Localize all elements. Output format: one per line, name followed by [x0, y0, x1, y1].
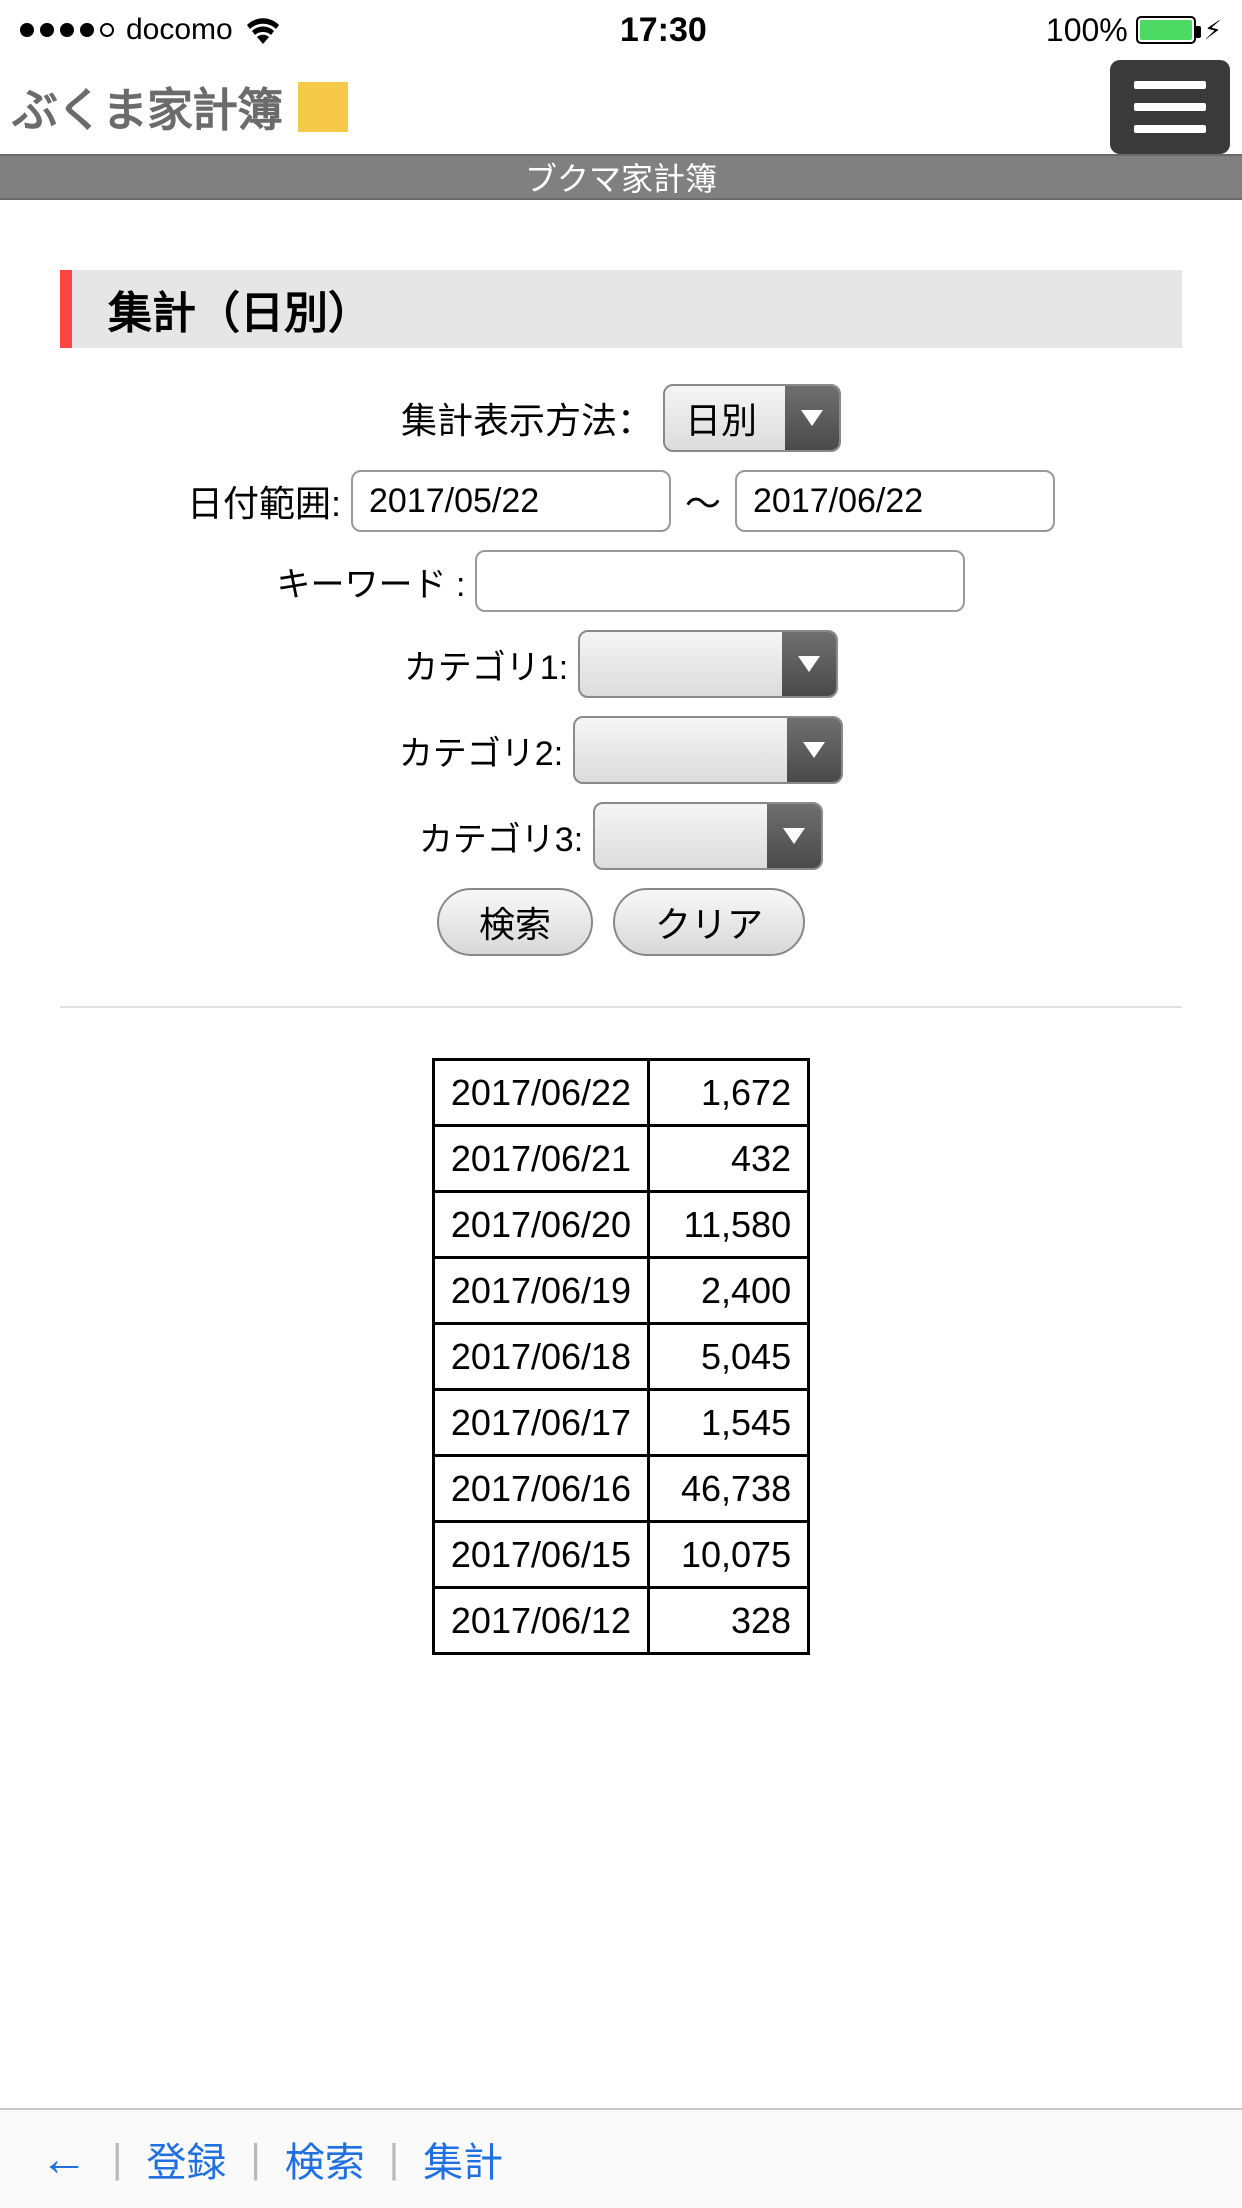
battery-percent: 100%: [1046, 12, 1128, 49]
chevron-down-icon: [787, 718, 841, 782]
keyword-row: キーワード :: [60, 550, 1182, 612]
status-bar: docomo 17:30 100% ⚡︎: [0, 0, 1242, 60]
date-cell: 2017/06/19: [433, 1258, 648, 1324]
date-cell: 2017/06/20: [433, 1192, 648, 1258]
table-row[interactable]: 2017/06/192,400: [433, 1258, 808, 1324]
value-cell: 1,672: [649, 1060, 809, 1126]
display-method-select[interactable]: 日別: [663, 384, 841, 452]
nav-summary[interactable]: 集計: [423, 2130, 503, 2188]
search-button[interactable]: 検索: [437, 888, 593, 956]
page-subtitle-bar: ブクマ家計簿: [0, 154, 1242, 200]
category2-row: カテゴリ2:: [60, 716, 1182, 784]
value-cell: 328: [649, 1588, 809, 1654]
menu-button[interactable]: [1110, 60, 1230, 154]
keyword-input[interactable]: [475, 550, 965, 612]
date-range-row: 日付範囲: 〜: [60, 470, 1182, 532]
table-row[interactable]: 2017/06/2011,580: [433, 1192, 808, 1258]
content: 集計（日別） 集計表示方法： 日別 日付範囲: 〜 キーワード : カテゴリ1:…: [0, 200, 1242, 1655]
value-cell: 432: [649, 1126, 809, 1192]
keyword-label: キーワード :: [277, 557, 466, 606]
value-cell: 10,075: [649, 1522, 809, 1588]
chevron-down-icon: [785, 386, 839, 450]
battery-icon: [1136, 16, 1196, 44]
table-row[interactable]: 2017/06/185,045: [433, 1324, 808, 1390]
category1-select[interactable]: [578, 630, 838, 698]
summary-table: 2017/06/221,6722017/06/214322017/06/2011…: [432, 1058, 810, 1655]
page-subtitle: ブクマ家計簿: [525, 154, 717, 200]
status-left: docomo: [20, 13, 281, 47]
charging-icon: ⚡︎: [1204, 15, 1222, 46]
signal-strength-icon: [20, 23, 114, 37]
value-cell: 2,400: [649, 1258, 809, 1324]
date-cell: 2017/06/15: [433, 1522, 648, 1588]
date-range-label: 日付範囲:: [187, 475, 341, 527]
button-row: 検索 クリア: [60, 888, 1182, 956]
table-row[interactable]: 2017/06/1646,738: [433, 1456, 808, 1522]
date-cell: 2017/06/21: [433, 1126, 648, 1192]
divider: [60, 1006, 1182, 1008]
chevron-down-icon: [782, 632, 836, 696]
bottom-nav: ← | 登録 | 検索 | 集計: [0, 2108, 1242, 2208]
clear-button[interactable]: クリア: [613, 888, 805, 956]
category1-row: カテゴリ1:: [60, 630, 1182, 698]
date-to-input[interactable]: [735, 470, 1055, 532]
date-cell: 2017/06/12: [433, 1588, 648, 1654]
nav-separator: |: [112, 2137, 122, 2182]
date-cell: 2017/06/17: [433, 1390, 648, 1456]
clock: 17:30: [620, 11, 707, 50]
app-title-wrap: ぶくま家計簿: [12, 74, 348, 140]
category3-select[interactable]: [593, 802, 823, 870]
date-from-input[interactable]: [351, 470, 671, 532]
app-title: ぶくま家計簿: [12, 74, 282, 140]
value-cell: 11,580: [649, 1192, 809, 1258]
date-tilde: 〜: [681, 475, 725, 527]
status-right: 100% ⚡︎: [1046, 12, 1222, 49]
category2-label: カテゴリ2:: [399, 726, 563, 775]
nav-register[interactable]: 登録: [146, 2130, 226, 2188]
table-row[interactable]: 2017/06/21432: [433, 1126, 808, 1192]
nav-search[interactable]: 検索: [285, 2130, 365, 2188]
table-row[interactable]: 2017/06/12328: [433, 1588, 808, 1654]
category3-label: カテゴリ3:: [419, 812, 583, 861]
category2-select[interactable]: [573, 716, 843, 784]
app-header: ぶくま家計簿: [0, 60, 1242, 154]
nav-separator: |: [250, 2137, 260, 2182]
nav-separator: |: [389, 2137, 399, 2182]
app-logo-square: [298, 82, 348, 132]
category3-row: カテゴリ3:: [60, 802, 1182, 870]
wifi-icon: [245, 16, 281, 44]
back-button[interactable]: ←: [40, 2132, 88, 2187]
display-method-label: 集計表示方法：: [401, 392, 653, 444]
date-cell: 2017/06/22: [433, 1060, 648, 1126]
value-cell: 1,545: [649, 1390, 809, 1456]
carrier-label: docomo: [126, 13, 233, 47]
table-row[interactable]: 2017/06/221,672: [433, 1060, 808, 1126]
table-row[interactable]: 2017/06/171,545: [433, 1390, 808, 1456]
value-cell: 46,738: [649, 1456, 809, 1522]
date-cell: 2017/06/18: [433, 1324, 648, 1390]
display-method-row: 集計表示方法： 日別: [60, 384, 1182, 452]
display-method-value: 日別: [665, 392, 785, 444]
section-title: 集計（日別）: [108, 277, 372, 341]
date-cell: 2017/06/16: [433, 1456, 648, 1522]
category1-label: カテゴリ1:: [404, 640, 568, 689]
chevron-down-icon: [767, 804, 821, 868]
value-cell: 5,045: [649, 1324, 809, 1390]
table-row[interactable]: 2017/06/1510,075: [433, 1522, 808, 1588]
section-header: 集計（日別）: [60, 270, 1182, 348]
